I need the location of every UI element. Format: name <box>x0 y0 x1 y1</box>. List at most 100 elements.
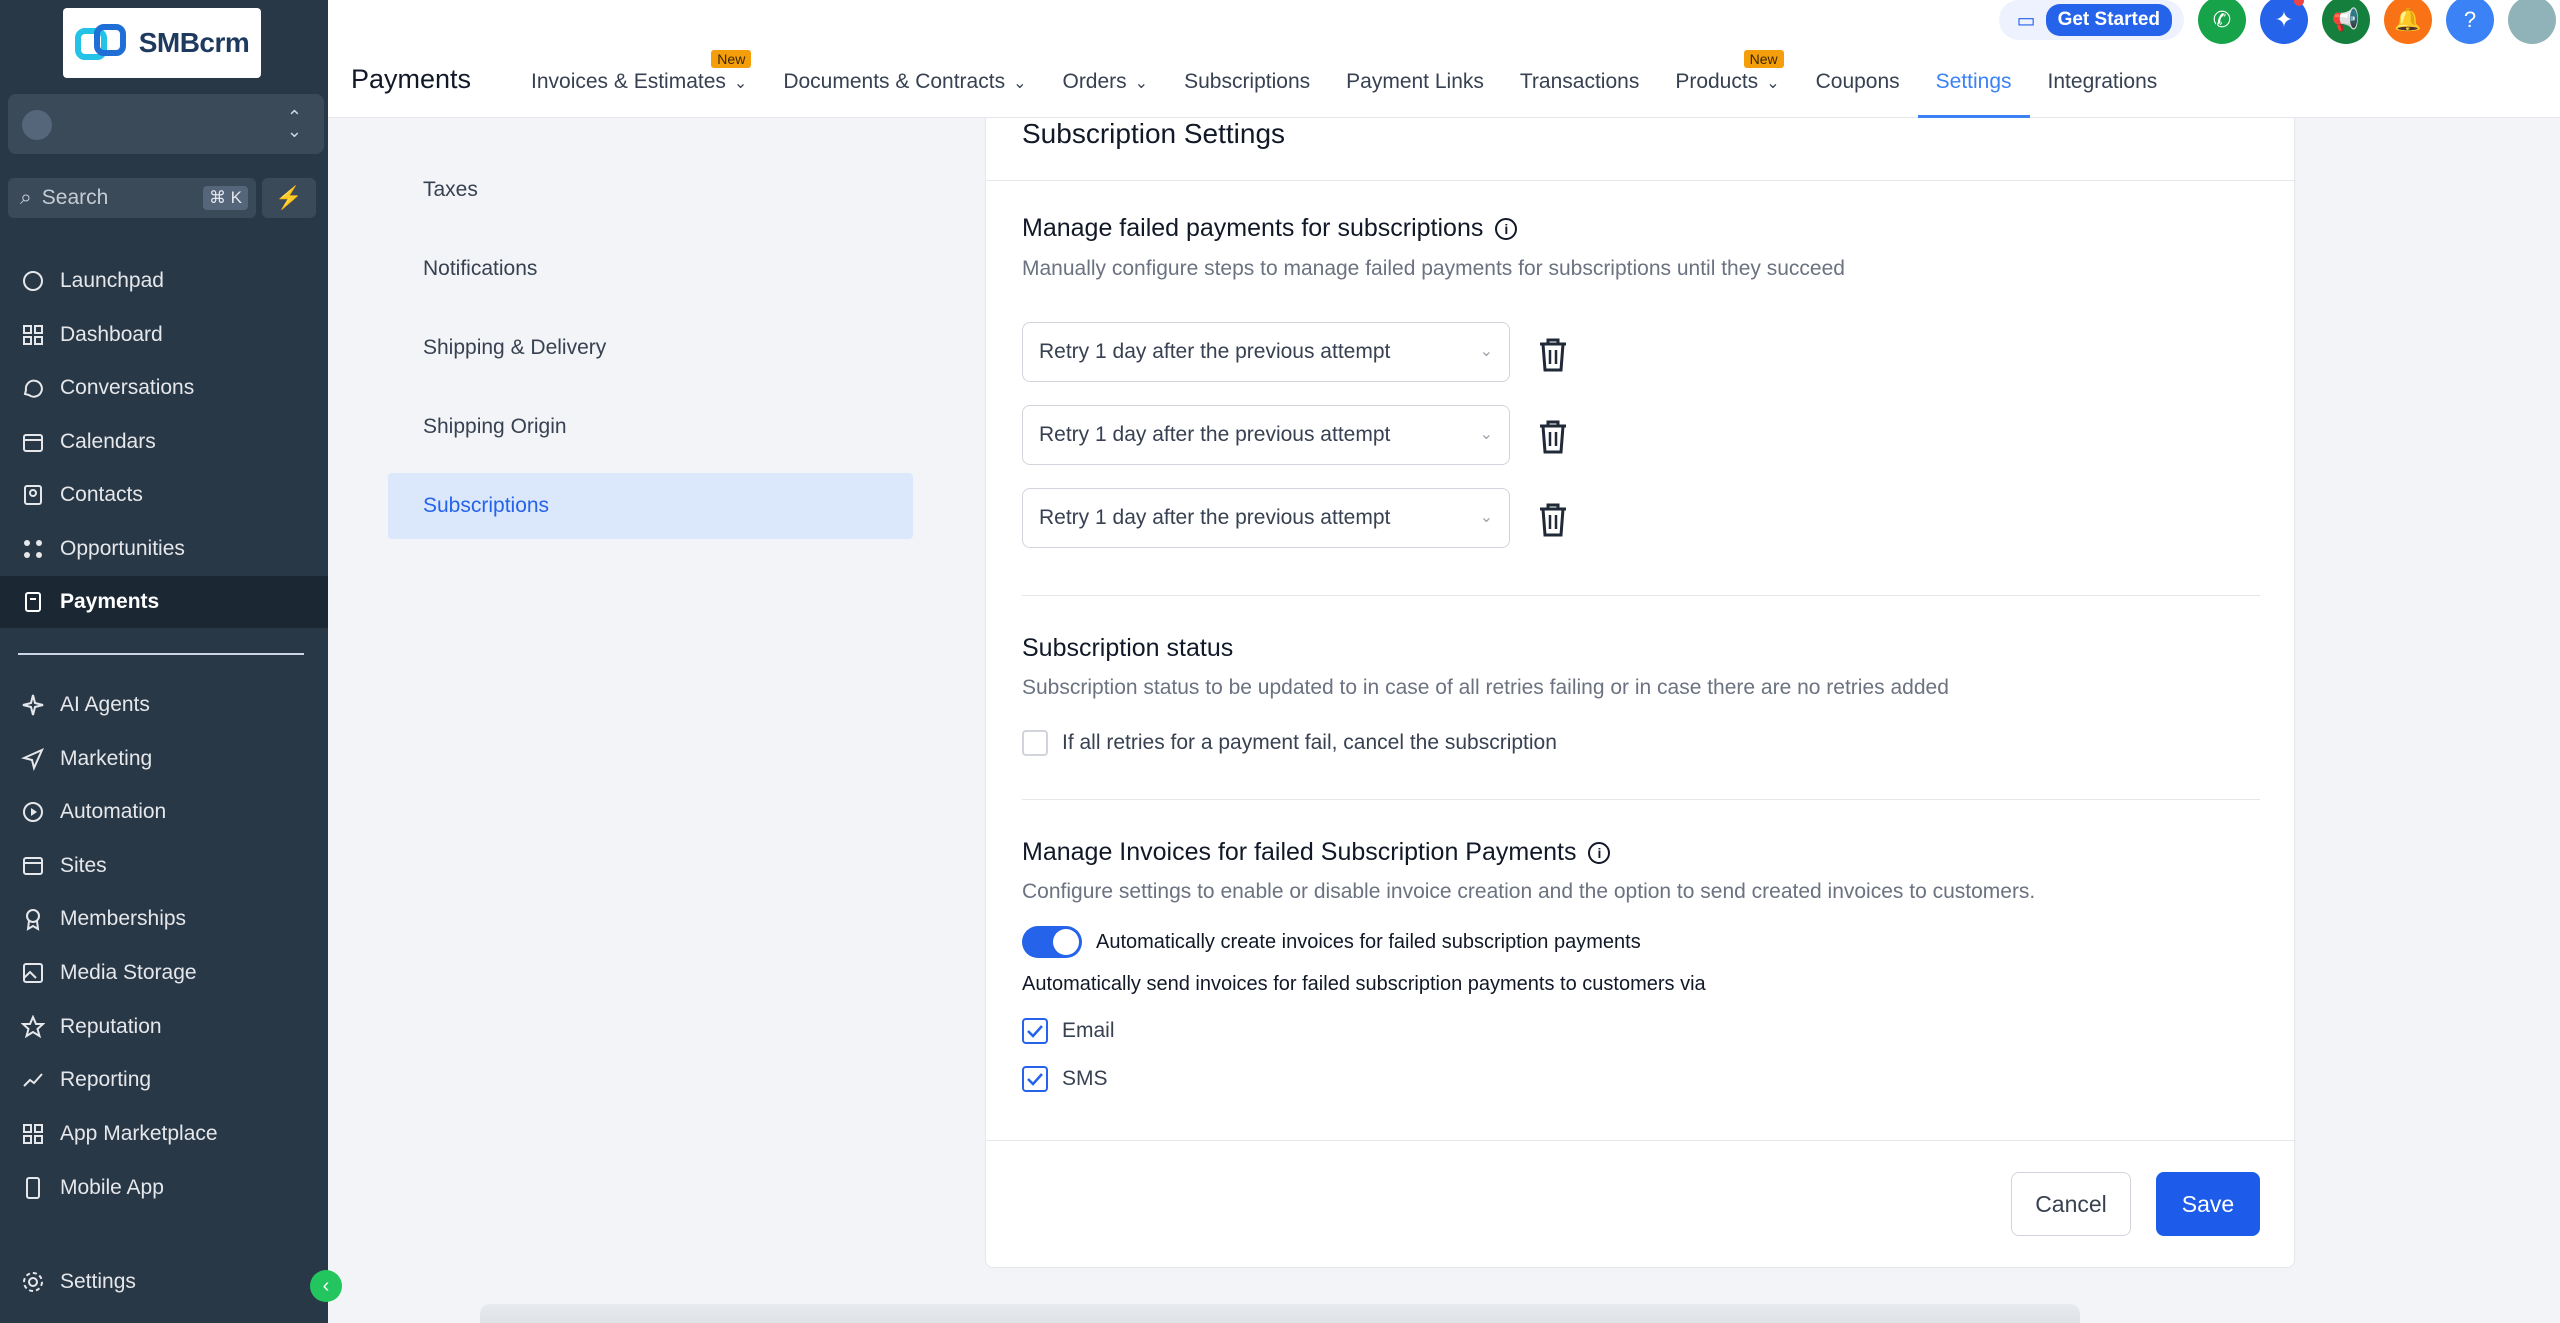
tab-label: Transactions <box>1519 70 1640 93</box>
retry-select-1[interactable]: Retry 1 day after the previous attempt ⌄ <box>1022 322 1510 382</box>
phone-icon[interactable]: ✆ <box>2198 0 2246 44</box>
sidebar-item-launchpad[interactable]: Launchpad <box>0 255 328 307</box>
trash-icon[interactable] <box>1536 336 1570 374</box>
megaphone-icon[interactable]: 📢 <box>2322 0 2370 44</box>
bell-icon[interactable]: 🔔 <box>2384 0 2432 44</box>
email-checkbox[interactable] <box>1022 1018 1048 1044</box>
sidebar-item-memberships[interactable]: Memberships <box>0 893 328 945</box>
tab-orders[interactable]: Orders ⌄ <box>1044 58 1166 118</box>
chevron-updown-icon: ⌃ ⌄ <box>286 107 302 141</box>
tab-products[interactable]: Products ⌄ New <box>1657 50 1797 118</box>
section-desc-invoices: Configure settings to enable or disable … <box>1022 880 2036 903</box>
sidebar: SMBcrm ⌃ ⌄ ⌕ Search ⌘ K ⚡ Launchpad Dashb… <box>0 0 342 1323</box>
tab-label: Products <box>1675 70 1759 93</box>
ai-agents-icon <box>20 692 46 718</box>
dashboard-icon <box>20 322 46 348</box>
info-icon[interactable]: i <box>1588 841 1611 864</box>
checkbox-label: SMS <box>1062 1067 1108 1090</box>
section-title-text: Manage Invoices for failed Subscription … <box>1022 838 1577 866</box>
sidebar-item-label: Reporting <box>60 1068 152 1091</box>
toggle-label: Automatically create invoices for failed… <box>1096 930 1641 953</box>
section-desc-failed-payments: Manually configure steps to manage faile… <box>1022 257 1845 280</box>
tab-invoices-estimates[interactable]: Invoices & Estimates ⌄ New <box>513 50 765 118</box>
tab-payment-links[interactable]: Payment Links <box>1328 58 1502 118</box>
brand-logo[interactable]: SMBcrm <box>63 8 261 78</box>
checkbox-label: Email <box>1062 1019 1115 1042</box>
sidebar-item-conversations[interactable]: Conversations <box>0 362 328 414</box>
notification-dot <box>2294 0 2304 6</box>
get-started-pill[interactable]: ▭ Get Started <box>1998 0 2184 40</box>
sidebar-item-opportunities[interactable]: Opportunities <box>0 523 328 575</box>
settings-nav-shipping-delivery[interactable]: Shipping & Delivery <box>388 315 913 381</box>
send-sms-row[interactable]: SMS <box>1022 1066 1108 1092</box>
sidebar-item-label: Mobile App <box>60 1176 164 1199</box>
search-input[interactable]: ⌕ Search ⌘ K <box>8 178 256 218</box>
settings-nav-shipping-origin[interactable]: Shipping Origin <box>388 394 913 460</box>
section-title-failed-payments: Manage failed payments for subscriptions… <box>1022 214 1518 243</box>
save-button[interactable]: Save <box>2156 1172 2260 1236</box>
sidebar-item-sites[interactable]: Sites <box>0 840 328 892</box>
sidebar-item-reputation[interactable]: Reputation <box>0 1001 328 1053</box>
sms-checkbox[interactable] <box>1022 1066 1048 1092</box>
tab-documents-contracts[interactable]: Documents & Contracts ⌄ <box>765 58 1044 118</box>
sidebar-item-calendars[interactable]: Calendars <box>0 416 328 468</box>
chevron-down-icon: ⌄ <box>1013 75 1027 92</box>
sites-icon <box>20 853 46 879</box>
trash-icon[interactable] <box>1536 418 1570 456</box>
settings-nav-taxes[interactable]: Taxes <box>388 157 913 223</box>
checkbox-label: If all retries for a payment fail, cance… <box>1062 731 1557 754</box>
settings-nav-label: Taxes <box>423 178 478 201</box>
calendar-icon <box>20 429 46 455</box>
chevron-down-icon: ⌄ <box>1134 75 1149 92</box>
horizontal-scrollbar[interactable] <box>480 1304 2080 1323</box>
sidebar-item-media-storage[interactable]: Media Storage <box>0 947 328 999</box>
sidebar-item-reporting[interactable]: Reporting <box>0 1054 328 1106</box>
sidebar-item-label: Launchpad <box>60 269 164 292</box>
tab-subscriptions[interactable]: Subscriptions <box>1166 58 1328 118</box>
divider <box>986 180 2296 181</box>
account-switcher[interactable]: ⌃ ⌄ <box>8 94 324 154</box>
sidebar-item-marketing[interactable]: Marketing <box>0 733 328 785</box>
retry-select-3[interactable]: Retry 1 day after the previous attempt ⌄ <box>1022 488 1510 548</box>
section-title-text: Subscription status <box>1022 634 1234 662</box>
sidebar-item-mobile-app[interactable]: Mobile App <box>0 1162 328 1214</box>
get-started-button[interactable]: Get Started <box>2045 4 2172 36</box>
trash-icon[interactable] <box>1536 501 1570 539</box>
chevron-down-icon: ⌄ <box>1479 343 1493 360</box>
quick-action-bolt-icon[interactable]: ⚡ <box>262 178 316 218</box>
tab-label: Payment Links <box>1346 70 1484 93</box>
sidebar-item-payments[interactable]: Payments <box>0 576 328 628</box>
collapse-sidebar-chevron-left-icon[interactable]: ‹ <box>310 1270 342 1302</box>
location-icon <box>22 110 52 140</box>
send-via-label: Automatically send invoices for failed s… <box>1022 973 1706 995</box>
sidebar-item-label: Settings <box>60 1270 136 1293</box>
cancel-subscription-checkbox-row[interactable]: If all retries for a payment fail, cance… <box>1022 730 1557 756</box>
cancel-subscription-checkbox[interactable] <box>1022 730 1048 756</box>
new-badge: New <box>711 50 752 68</box>
retry-select-2[interactable]: Retry 1 day after the previous attempt ⌄ <box>1022 405 1510 465</box>
settings-nav-notifications[interactable]: Notifications <box>388 236 913 302</box>
settings-nav-label: Notifications <box>423 257 538 280</box>
sidebar-item-contacts[interactable]: Contacts <box>0 469 328 521</box>
tab-coupons[interactable]: Coupons <box>1798 58 1918 118</box>
tab-integrations[interactable]: Integrations <box>2030 58 2176 118</box>
help-icon[interactable]: ? <box>2446 0 2494 44</box>
cancel-button[interactable]: Cancel <box>2011 1172 2131 1236</box>
settings-nav-subscriptions[interactable]: Subscriptions <box>388 473 913 539</box>
info-icon[interactable]: i <box>1495 217 1518 240</box>
avatar[interactable] <box>2508 0 2556 44</box>
sidebar-divider <box>18 653 304 655</box>
sidebar-item-dashboard[interactable]: Dashboard <box>0 309 328 361</box>
send-email-row[interactable]: Email <box>1022 1018 1115 1044</box>
tab-transactions[interactable]: Transactions <box>1502 58 1657 118</box>
settings-nav-label: Subscriptions <box>423 494 550 517</box>
sidebar-item-app-marketplace[interactable]: App Marketplace <box>0 1108 328 1160</box>
ai-sparkle-icon[interactable]: ✦ <box>2260 0 2308 44</box>
tab-settings[interactable]: Settings <box>1917 58 2030 118</box>
auto-create-invoices-toggle[interactable] <box>1022 926 1082 958</box>
checkmark-icon <box>1027 1073 1043 1086</box>
select-value: Retry 1 day after the previous attempt <box>1039 423 1391 446</box>
sidebar-item-ai-agents[interactable]: AI Agents <box>0 679 328 731</box>
sidebar-item-automation[interactable]: Automation <box>0 786 328 838</box>
sidebar-item-settings[interactable]: Settings <box>0 1256 328 1308</box>
